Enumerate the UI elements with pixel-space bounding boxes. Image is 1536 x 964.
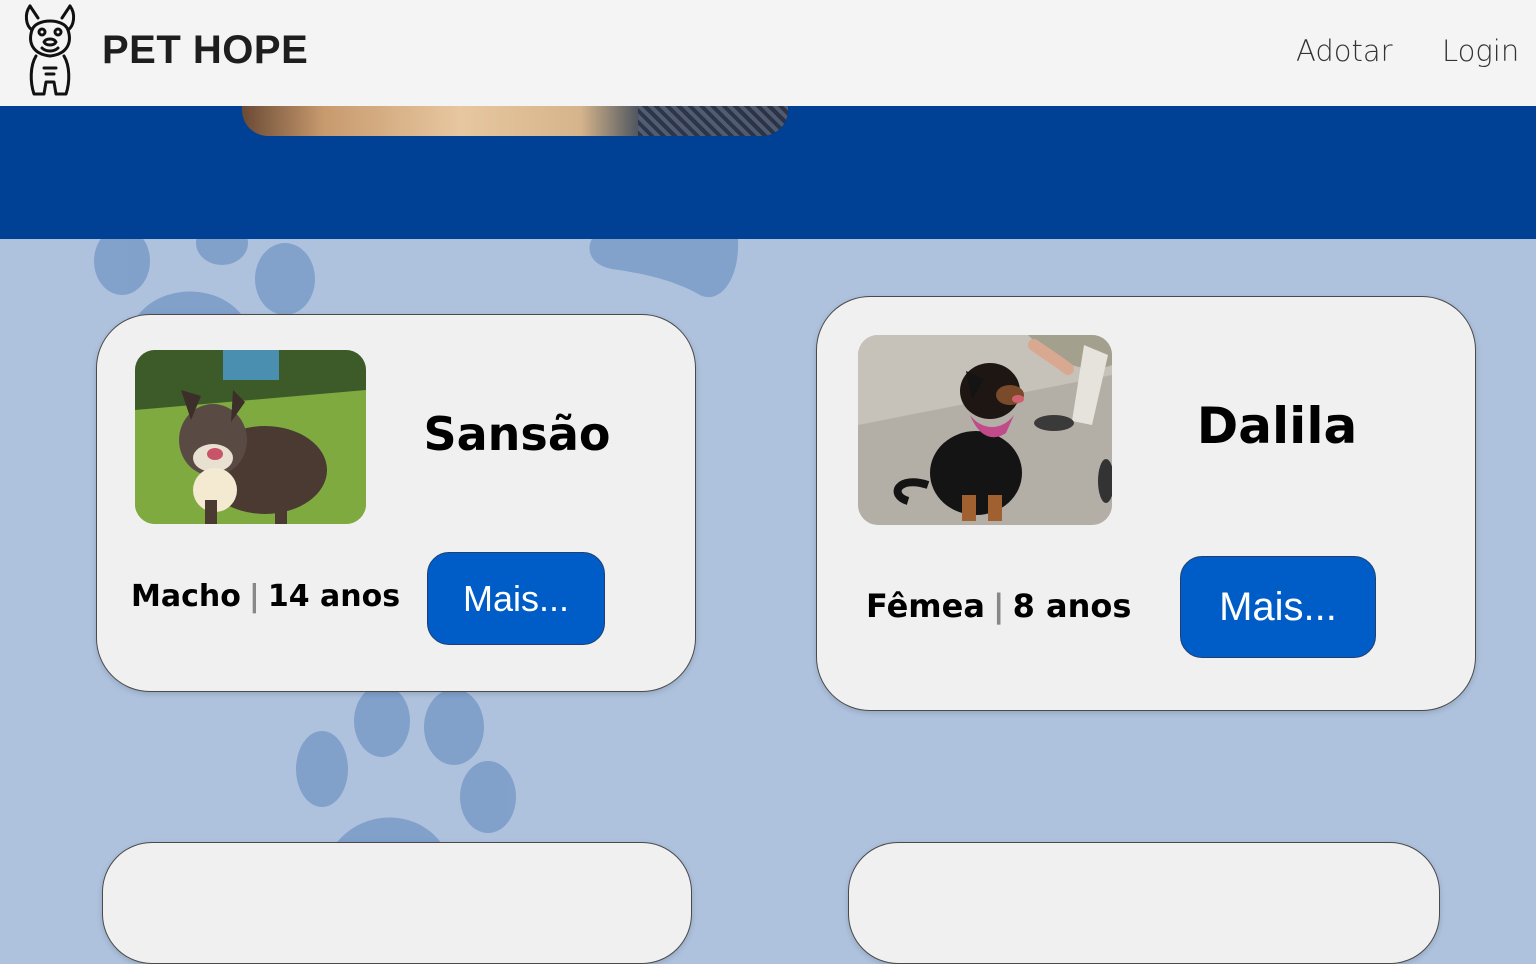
pet-details: Fêmea | 8 anos: [866, 587, 1131, 625]
paw-toe: [424, 689, 484, 765]
separator: |: [248, 579, 260, 614]
paw-toe: [460, 761, 516, 833]
more-button[interactable]: Mais...: [1180, 556, 1376, 658]
paw-toe: [296, 731, 348, 807]
pet-sex: Fêmea: [866, 587, 985, 625]
pet-photo: [135, 350, 366, 524]
pet-details: Macho | 14 anos: [131, 579, 400, 614]
pet-sex: Macho: [131, 579, 241, 614]
bulldog-icon[interactable]: [22, 2, 78, 98]
nav-link-login[interactable]: Login: [1442, 34, 1519, 68]
paw-toe: [196, 239, 248, 265]
pet-card: Sansão Macho | 14 anos Mais...: [96, 314, 696, 692]
pet-name: Sansão: [423, 407, 611, 461]
pet-age: 14 anos: [267, 579, 401, 614]
hero-banner: [0, 106, 1536, 239]
more-button[interactable]: Mais...: [427, 552, 605, 645]
paw-pad: [589, 239, 739, 298]
top-navbar: PET HOPE Adotar Login: [0, 0, 1536, 106]
pet-card-partial: [848, 842, 1440, 964]
separator: |: [992, 587, 1005, 625]
paw-toe: [255, 243, 315, 315]
pet-age: 8 anos: [1012, 587, 1132, 625]
pet-photo: [858, 335, 1112, 525]
nav-link-adotar[interactable]: Adotar: [1296, 34, 1393, 68]
pet-card: Dalila Fêmea | 8 anos Mais...: [816, 296, 1476, 711]
hero-photo: [242, 106, 788, 136]
pet-name: Dalila: [1196, 397, 1358, 455]
hero-photo-detail: [638, 106, 788, 136]
brand-title[interactable]: PET HOPE: [102, 28, 308, 73]
pet-card-partial: [102, 842, 692, 964]
paw-toe: [94, 239, 150, 295]
paw-toe: [354, 685, 410, 757]
